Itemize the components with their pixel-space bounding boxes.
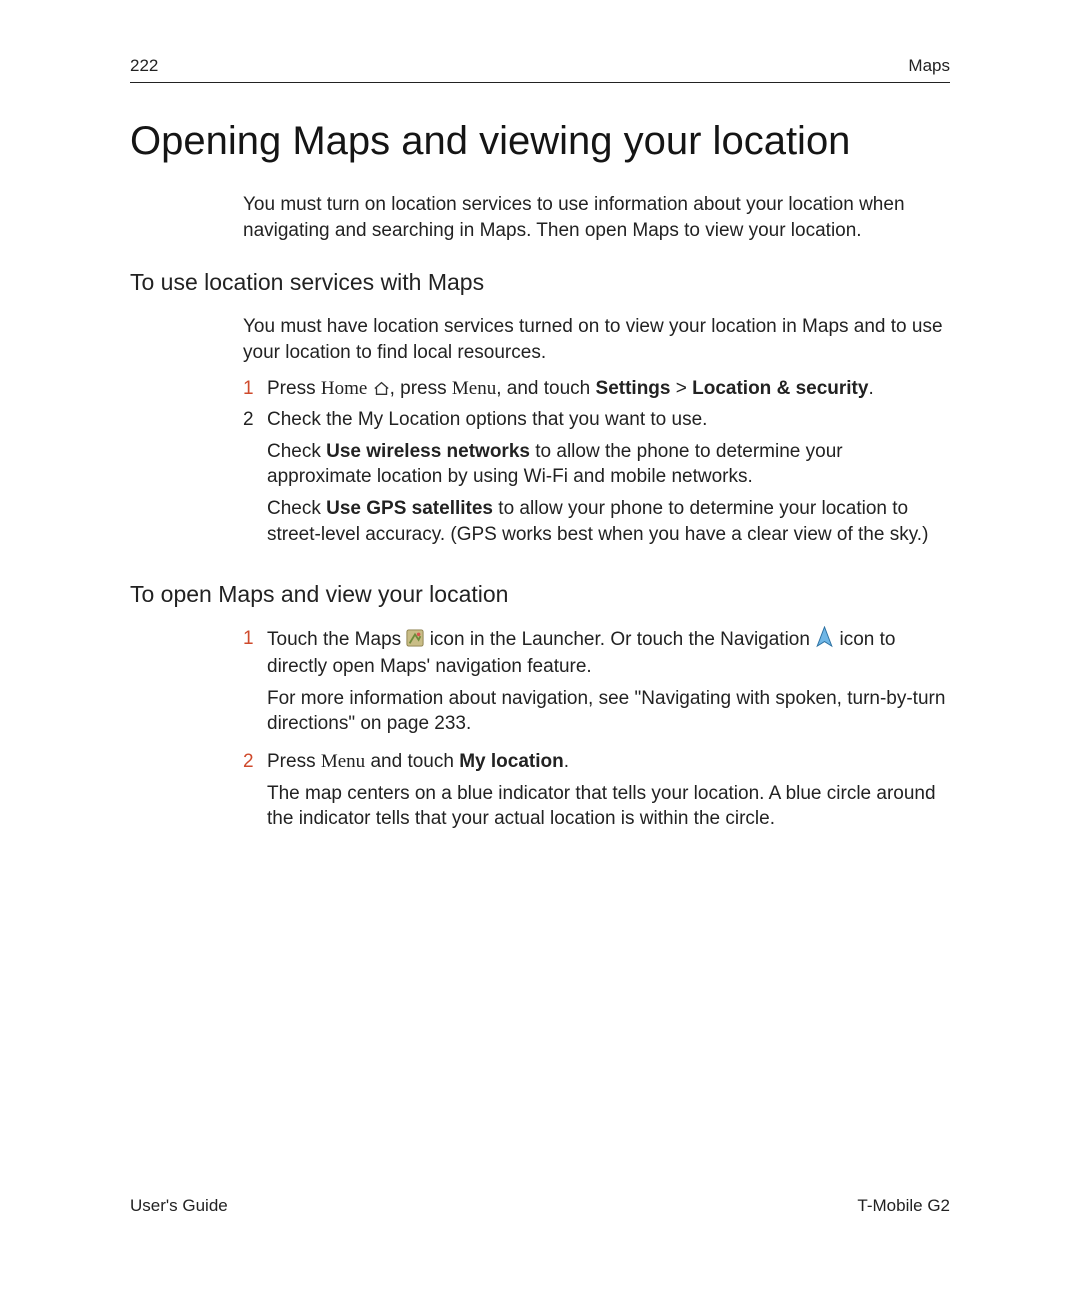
use-gps-label: Use GPS satellites [326,498,493,519]
step-body: Press Home , press Menu, and touch Setti… [267,376,950,402]
step1-line1: Touch the Maps icon in the Launcher. Or … [267,626,950,679]
dot: . [868,378,873,399]
step-number: 2 [243,749,267,838]
text: Check [267,441,326,462]
section1-heading: To use location services with Maps [130,269,1080,296]
text: Check [267,498,326,519]
maps-icon [406,629,424,650]
section2-step2: 2 Press Menu and touch My location. The … [243,749,950,838]
location-security-label: Location & security [692,378,868,399]
text: Press [267,378,321,399]
section1-step1: 1 Press Home , press Menu, and touch Set… [243,376,950,402]
step2-line1: Check the My Location options that you w… [267,407,950,433]
text: , press [390,378,452,399]
header-rule [130,82,950,83]
footer-left: User's Guide [130,1196,228,1216]
navigation-icon [815,630,834,651]
page-footer: User's Guide T-Mobile G2 [130,1196,950,1216]
home-key-label: Home [321,378,367,399]
menu-key-label: Menu [321,751,365,772]
page-title: Opening Maps and viewing your location [130,119,1080,164]
page-header: 222 Maps [0,0,1080,76]
my-location-label: My location [459,751,564,772]
page: 222 Maps Opening Maps and viewing your l… [0,0,1080,1296]
settings-label: Settings [596,378,671,399]
menu-key-label: Menu [452,378,496,399]
step-body: Press Menu and touch My location. The ma… [267,749,950,838]
text: Touch the Maps [267,629,406,650]
section2-steps: 1 Touch the Maps icon in the Launcher. O… [243,626,950,837]
step-body: Touch the Maps icon in the Launcher. Or … [267,626,950,743]
section1-steps: 1 Press Home , press Menu, and touch Set… [243,376,950,554]
footer-right: T-Mobile G2 [857,1196,950,1216]
text: icon in the Launcher. Or touch the Navig… [424,629,815,650]
section-name: Maps [908,56,950,76]
section2-heading: To open Maps and view your location [130,581,1080,608]
home-icon [373,378,390,399]
step-number: 1 [243,376,267,402]
step2-line1: Press Menu and touch My location. [267,749,950,775]
step1-para2: For more information about navigation, s… [267,686,950,737]
gt: > [670,378,692,399]
use-wireless-label: Use wireless networks [326,441,530,462]
section2-step1: 1 Touch the Maps icon in the Launcher. O… [243,626,950,743]
text: Press [267,751,321,772]
text: and touch [365,751,459,772]
dot: . [564,751,569,772]
section1-step2: 2 Check the My Location options that you… [243,407,950,553]
step-number: 2 [243,407,267,553]
page-number: 222 [130,56,158,76]
step2-para2: The map centers on a blue indicator that… [267,781,950,832]
step-number: 1 [243,626,267,743]
section1-intro: You must have location services turned o… [243,314,950,365]
intro-paragraph: You must turn on location services to us… [243,192,950,243]
step2-para3: Check Use GPS satellites to allow your p… [267,496,950,547]
step2-para2: Check Use wireless networks to allow the… [267,439,950,490]
step-body: Check the My Location options that you w… [267,407,950,553]
text: , and touch [496,378,595,399]
